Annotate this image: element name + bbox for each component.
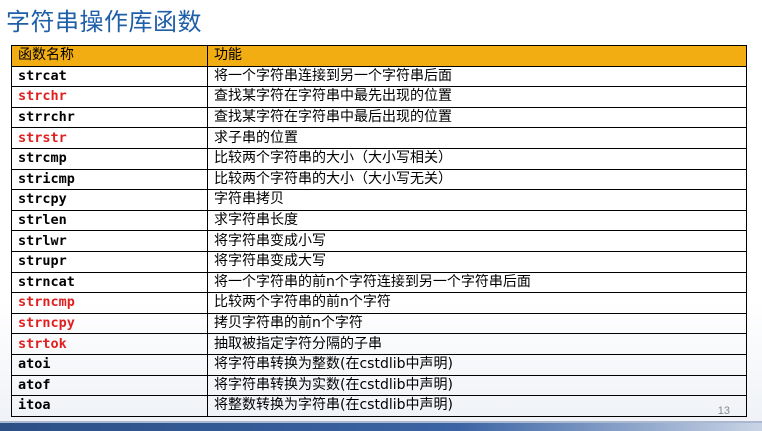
function-description-cell: 比较两个字符串的大小（大小写无关） bbox=[207, 168, 747, 191]
slide-title: 字符串操作库函数 bbox=[6, 8, 202, 36]
table-row: strtok 抽取被指定字符分隔的子串 bbox=[11, 333, 747, 355]
function-description-cell: 字符串拷贝 bbox=[207, 189, 747, 211]
table-row: strcpy 字符串拷贝 bbox=[11, 189, 747, 211]
function-name-cell: atoi bbox=[11, 353, 208, 376]
table-row: atoi 将字符串转换为整数(在cstdlib中声明) bbox=[11, 353, 747, 376]
table-row: strncmp 比较两个字符串的前n个字符 bbox=[11, 292, 747, 314]
function-name-cell: atof bbox=[11, 374, 208, 397]
function-description-cell: 抽取被指定字符分隔的子串 bbox=[207, 333, 747, 355]
table-row: itoa 将整数转换为字符串(在cstdlib中声明) bbox=[11, 395, 747, 417]
function-description-cell: 求字符串长度 bbox=[207, 209, 747, 232]
function-name-cell: strncat bbox=[11, 271, 208, 294]
function-name-cell: strlwr bbox=[11, 230, 208, 252]
function-description-cell: 将字符串变成小写 bbox=[207, 230, 747, 252]
function-description-cell: 将整数转换为字符串(在cstdlib中声明) bbox=[207, 395, 747, 417]
function-name-cell: strupr bbox=[11, 250, 208, 273]
table-row: strncat 将一个字符串的前n个字符连接到另一个字符串后面 bbox=[11, 271, 747, 294]
function-description-cell: 将字符串转换为整数(在cstdlib中声明) bbox=[207, 353, 747, 376]
function-name-cell: strlen bbox=[11, 209, 208, 232]
function-name-cell: stricmp bbox=[11, 168, 208, 191]
table-row: stricmp 比较两个字符串的大小（大小写无关） bbox=[11, 168, 747, 191]
function-name-cell: strrchr bbox=[11, 106, 208, 129]
function-description-cell: 将字符串变成大写 bbox=[207, 250, 747, 273]
table-header-row: 函数名称 功能 bbox=[11, 45, 747, 67]
function-name-cell: itoa bbox=[11, 395, 208, 417]
table-body: strcat 将一个字符串连接到另一个字符串后面 strchr 查找某字符在字符串中最… bbox=[11, 65, 747, 417]
header-description: 功能 bbox=[207, 45, 747, 67]
function-name-cell: strtok bbox=[11, 333, 208, 355]
table-row: strstr 求子串的位置 bbox=[11, 127, 747, 149]
function-description-cell: 查找某字符在字符串中最先出现的位置 bbox=[207, 86, 747, 108]
table-row: strlwr 将字符串变成小写 bbox=[11, 230, 747, 252]
table-row: strrchr 查找某字符在字符串中最后出现的位置 bbox=[11, 106, 747, 129]
page-number: 13 bbox=[717, 405, 730, 417]
footer-bar bbox=[0, 423, 762, 431]
function-name-cell: strncmp bbox=[11, 292, 208, 314]
function-name-cell: strcpy bbox=[11, 189, 208, 211]
function-name-cell: strchr bbox=[11, 86, 208, 108]
table-row: strncpy 拷贝字符串的前n个字符 bbox=[11, 312, 747, 335]
table-row: strcat 将一个字符串连接到另一个字符串后面 bbox=[11, 65, 747, 88]
function-name-cell: strstr bbox=[11, 127, 208, 149]
function-description-cell: 拷贝字符串的前n个字符 bbox=[207, 312, 747, 335]
table-row: strlen 求字符串长度 bbox=[11, 209, 747, 232]
function-table: 函数名称 功能 strcat 将一个字符串连接到另一个字符串后面 strchr 查找某… bbox=[11, 45, 747, 417]
table-row: strcmp 比较两个字符串的大小（大小写相关） bbox=[11, 147, 747, 170]
function-description-cell: 比较两个字符串的大小（大小写相关） bbox=[207, 147, 747, 170]
table-row: strchr 查找某字符在字符串中最先出现的位置 bbox=[11, 86, 747, 108]
function-description-cell: 将字符串转换为实数(在cstdlib中声明) bbox=[207, 374, 747, 397]
function-description-cell: 将一个字符串的前n个字符连接到另一个字符串后面 bbox=[207, 271, 747, 294]
function-description-cell: 求子串的位置 bbox=[207, 127, 747, 149]
function-name-cell: strcmp bbox=[11, 147, 208, 170]
function-name-cell: strcat bbox=[11, 65, 208, 88]
header-function-name: 函数名称 bbox=[11, 45, 208, 67]
table-row: atof 将字符串转换为实数(在cstdlib中声明) bbox=[11, 374, 747, 397]
function-description-cell: 将一个字符串连接到另一个字符串后面 bbox=[207, 65, 747, 88]
function-name-cell: strncpy bbox=[11, 312, 208, 335]
function-description-cell: 查找某字符在字符串中最后出现的位置 bbox=[207, 106, 747, 129]
function-description-cell: 比较两个字符串的前n个字符 bbox=[207, 292, 747, 314]
table-row: strupr 将字符串变成大写 bbox=[11, 250, 747, 273]
